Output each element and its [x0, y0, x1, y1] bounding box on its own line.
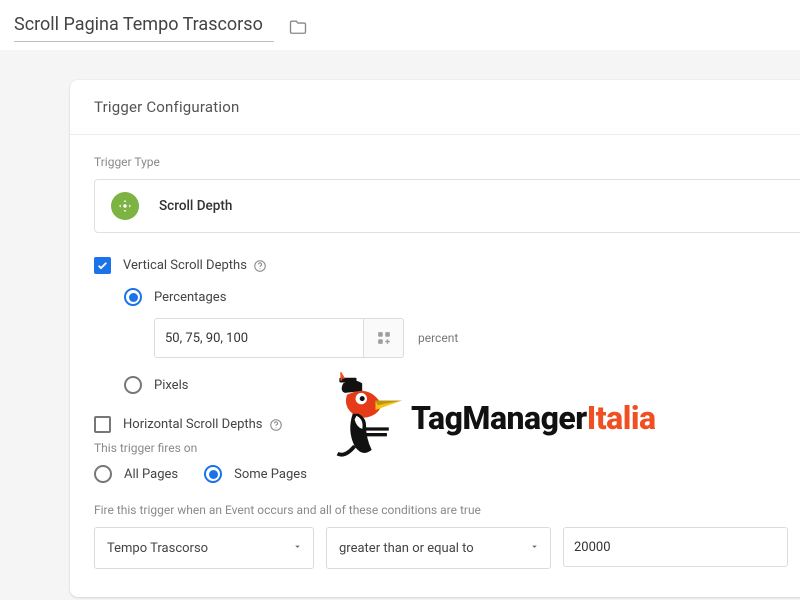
scroll-depth-icon: [111, 192, 139, 220]
percentages-input[interactable]: [154, 318, 364, 358]
horizontal-scroll-label: Horizontal Scroll Depths: [123, 417, 263, 432]
percent-unit-label: percent: [418, 331, 458, 345]
all-pages-radio[interactable]: [94, 465, 112, 483]
condition-operator-select[interactable]: greater than or equal to: [326, 527, 551, 569]
condition-operator-value: greater than or equal to: [339, 541, 474, 556]
condition-variable-select[interactable]: Tempo Trascorso: [94, 527, 314, 569]
condition-value-input[interactable]: [563, 527, 788, 567]
some-pages-radio[interactable]: [204, 465, 222, 483]
trigger-type-value: Scroll Depth: [159, 198, 232, 214]
trigger-type-label: Trigger Type: [94, 155, 800, 169]
condition-variable-value: Tempo Trascorso: [107, 541, 208, 556]
trigger-card: Trigger Configuration Trigger Type Scrol…: [70, 80, 800, 597]
card-title: Trigger Configuration: [94, 98, 800, 116]
trigger-type-selector[interactable]: Scroll Depth: [94, 179, 800, 233]
trigger-name-input[interactable]: [14, 12, 274, 42]
woodpecker-icon: [327, 372, 405, 467]
watermark-logo: TagManagerItalia: [327, 368, 656, 467]
page-header: [0, 0, 800, 50]
chevron-down-icon: [529, 541, 540, 556]
pixels-radio[interactable]: [124, 376, 142, 394]
logo-text: TagManagerItalia: [411, 399, 656, 437]
folder-icon[interactable]: [288, 17, 308, 37]
help-icon[interactable]: [253, 259, 267, 273]
help-icon[interactable]: [269, 418, 283, 432]
percentages-radio[interactable]: [124, 288, 142, 306]
horizontal-scroll-checkbox[interactable]: [94, 416, 111, 433]
all-pages-label: All Pages: [124, 467, 178, 482]
pixels-label: Pixels: [154, 378, 188, 393]
variable-picker-button[interactable]: [364, 318, 404, 358]
conditions-label: Fire this trigger when an Event occurs a…: [94, 503, 800, 517]
chevron-down-icon: [292, 541, 303, 556]
some-pages-label: Some Pages: [234, 467, 307, 482]
percentages-label: Percentages: [154, 290, 226, 305]
vertical-scroll-label: Vertical Scroll Depths: [123, 258, 247, 273]
vertical-scroll-checkbox[interactable]: [94, 257, 111, 274]
